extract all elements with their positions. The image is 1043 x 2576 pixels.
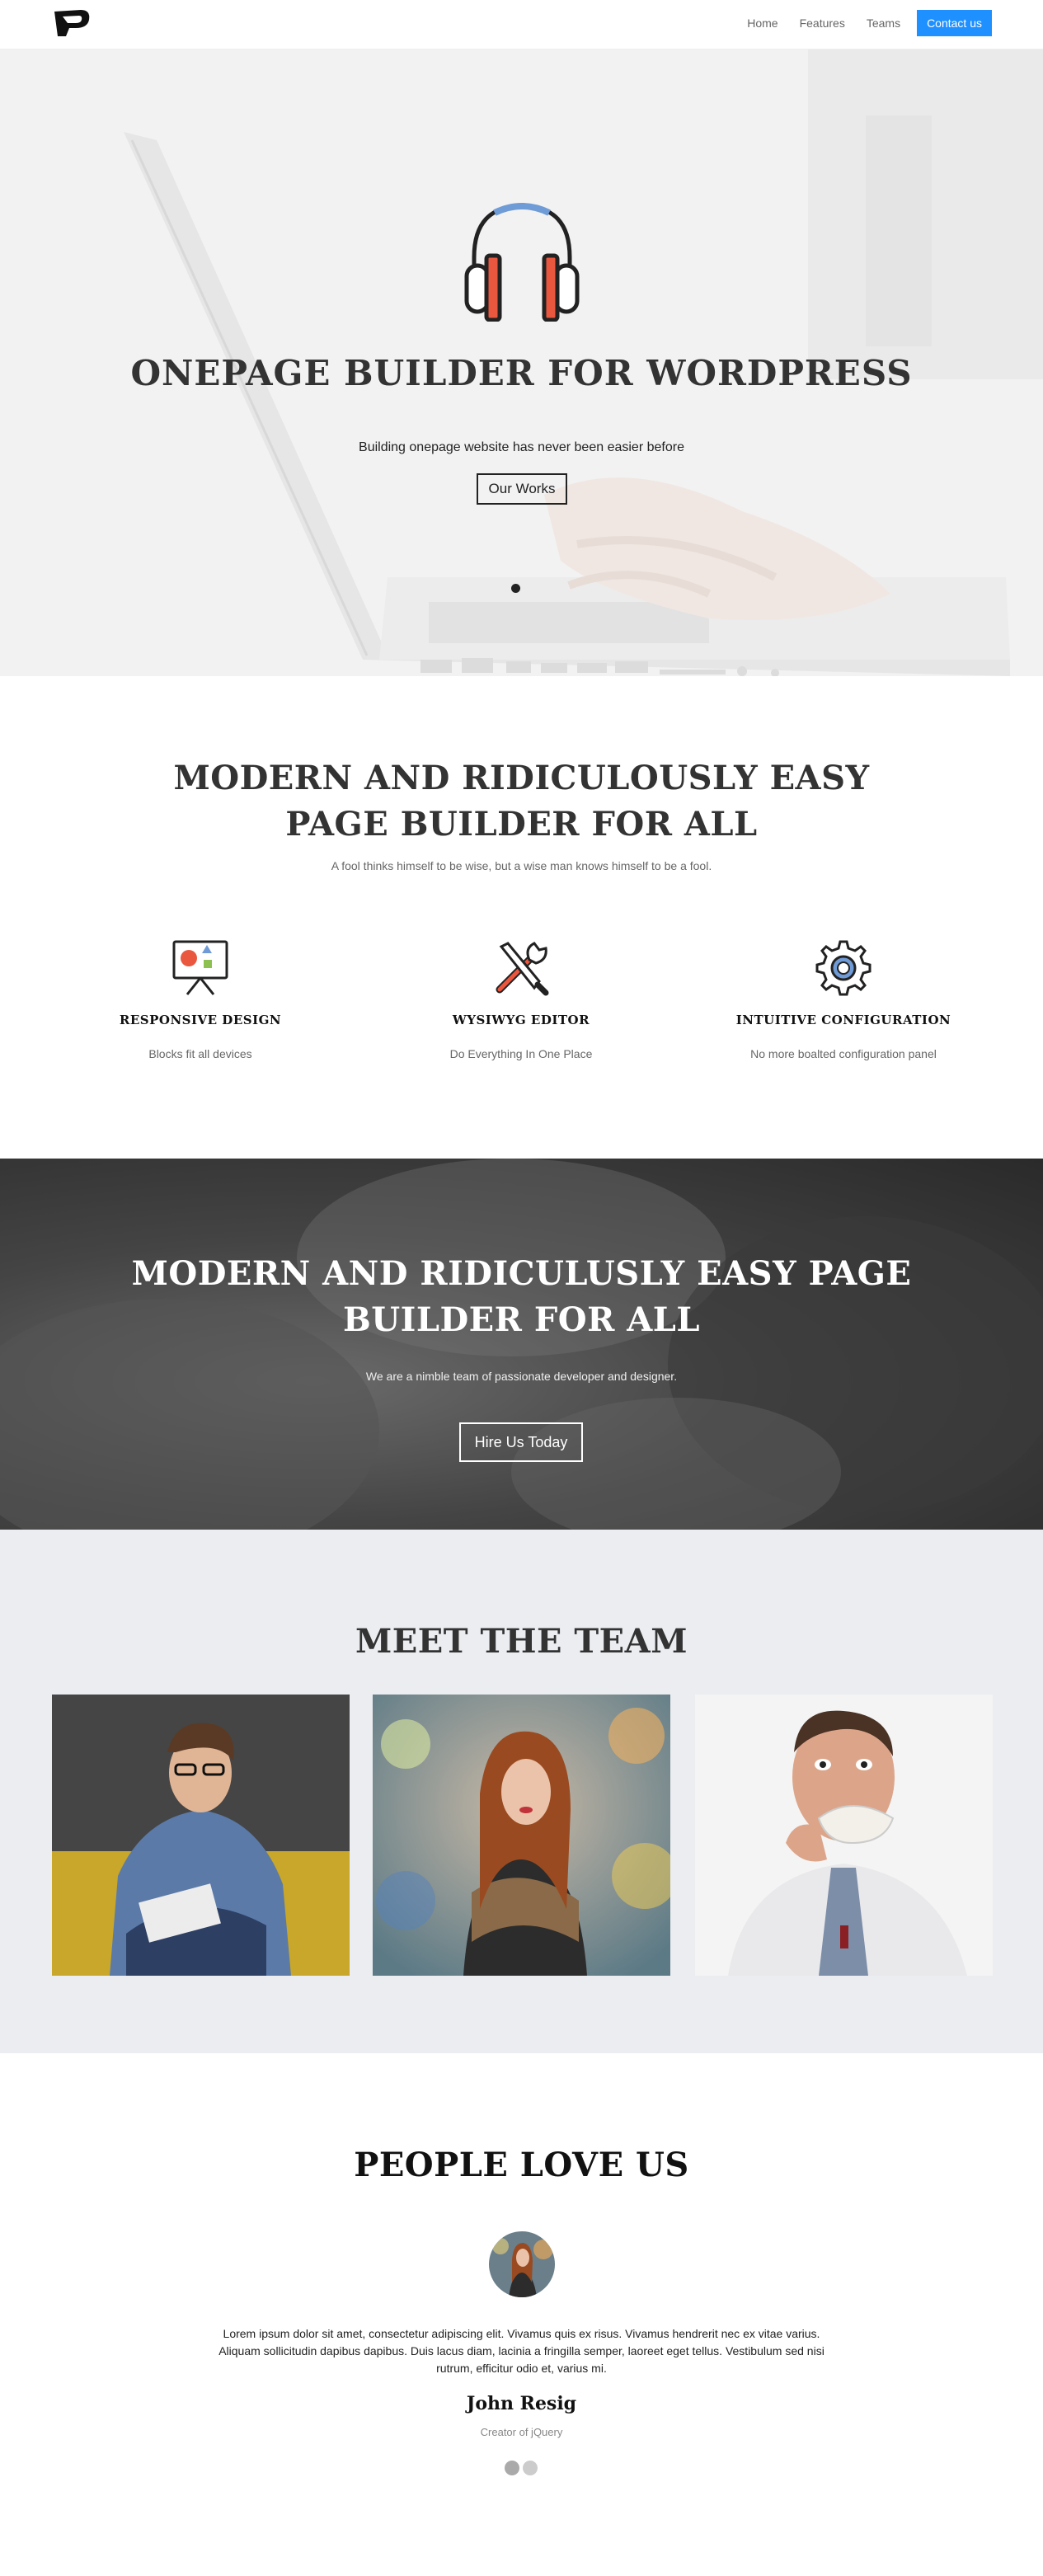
our-works-button[interactable]: Our Works: [477, 473, 567, 505]
features-title-line2: PAGE BUILDER FOR ALL: [285, 805, 758, 844]
pager-dot-1[interactable]: [505, 2461, 519, 2475]
team-member-photo[interactable]: [695, 1695, 993, 1976]
testimonials-section: PEOPLE LOVE US Lorem ipsum dolor sit ame…: [0, 2053, 1043, 2576]
banner-title: MODERN AND RIDICULUSLY EASY PAGE BUILDER…: [131, 1254, 912, 1339]
hero-subtitle: Building onepage website has never been …: [359, 440, 684, 454]
headphones-icon: [464, 203, 580, 322]
top-navbar: Home Features Teams Contact us: [0, 0, 1043, 49]
nav-home-link[interactable]: Home: [747, 10, 778, 36]
team-member-photo[interactable]: [373, 1695, 670, 1976]
feature-item: INTUITIVE CONFIGURATION No more boalted …: [695, 938, 992, 1060]
testimonial-role: Creator of jQuery: [480, 2426, 563, 2438]
testimonial-pager: [505, 2461, 538, 2475]
main-menu: Home Features Teams Contact us: [726, 10, 992, 36]
logo-icon[interactable]: [51, 7, 94, 40]
testimonials-title: PEOPLE LOVE US: [354, 2146, 689, 2184]
feature-text: Blocks fit all devices: [148, 1047, 252, 1060]
feature-text: No more boalted configuration panel: [750, 1047, 937, 1060]
testimonial-quote: Lorem ipsum dolor sit amet, consectetur …: [218, 2327, 825, 2375]
slider-dot[interactable]: [511, 584, 520, 593]
feature-title: RESPONSIVE DESIGN: [119, 1013, 282, 1027]
nav-features-link[interactable]: Features: [800, 10, 845, 36]
feature-item: WYSIWYG EDITOR Do Everything In One Plac…: [373, 938, 669, 1060]
pager-dot-2[interactable]: [523, 2461, 538, 2475]
features-title-line1: MODERN AND RIDICULOUSLY EASY: [173, 759, 870, 797]
features-subtitle: A fool thinks himself to be wise, but a …: [331, 859, 712, 872]
banner-background-image: [0, 1159, 1043, 1530]
feature-title: WYSIWYG EDITOR: [452, 1013, 590, 1027]
avatar: [489, 2231, 555, 2297]
feature-text: Do Everything In One Place: [449, 1047, 593, 1060]
contact-us-button[interactable]: Contact us: [917, 10, 992, 36]
nav-teams-link[interactable]: Teams: [867, 10, 900, 36]
gear-icon: [815, 940, 872, 996]
feature-item: RESPONSIVE DESIGN Blocks fit all devices: [52, 938, 349, 1060]
presentation-board-icon: [172, 940, 228, 995]
features-section: MODERN AND RIDICULOUSLY EASY PAGE BUILDE…: [0, 676, 1043, 1159]
team-title: MEET THE TEAM: [355, 1622, 688, 1661]
hire-us-button[interactable]: Hire Us Today: [459, 1422, 583, 1462]
hero-title: ONEPAGE BUILDER FOR WORDPRESS: [130, 353, 913, 393]
team-member-photo[interactable]: [52, 1695, 350, 1976]
hero-section: ONEPAGE BUILDER FOR WORDPRESS Building o…: [0, 49, 1043, 676]
features-title: MODERN AND RIDICULOUSLY EASY PAGE BUILDE…: [0, 755, 1043, 848]
banner-subtitle: We are a nimble team of passionate devel…: [365, 1370, 678, 1383]
tools-icon: [496, 942, 549, 996]
feature-title: INTUITIVE CONFIGURATION: [735, 1013, 951, 1027]
testimonial-author: John Resig: [466, 2393, 577, 2414]
team-section: MEET THE TEAM: [0, 1530, 1043, 2053]
call-to-action-banner: MODERN AND RIDICULUSLY EASY PAGE BUILDER…: [0, 1159, 1043, 1530]
